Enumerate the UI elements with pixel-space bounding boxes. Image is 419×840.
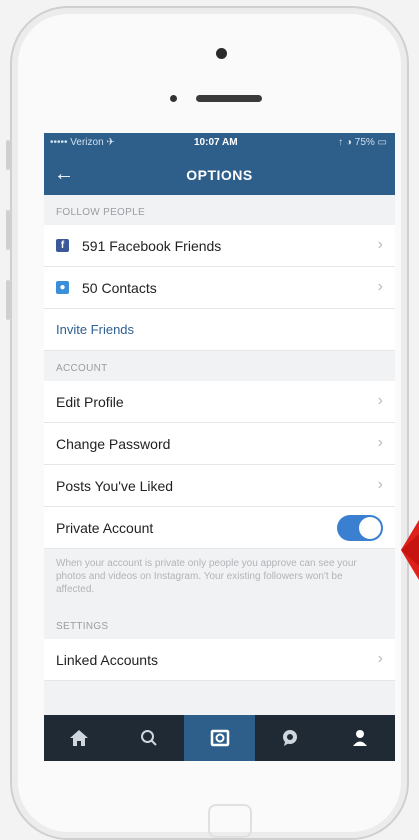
chevron-right-icon: › bbox=[377, 392, 383, 409]
volume-down-button bbox=[6, 280, 10, 320]
carrier-status: ••••• Verizon ✈ bbox=[50, 137, 115, 148]
home-icon bbox=[70, 730, 89, 746]
app-screen: ••••• Verizon ✈ 10:07 AM ↑ ◑ 75% ▭ ← OPT… bbox=[44, 133, 395, 761]
battery-status: ↑ ◑ 75% ▭ bbox=[338, 137, 387, 148]
invite-friends-link[interactable]: Invite Friends bbox=[44, 309, 395, 351]
section-header-account: ACCOUNT bbox=[56, 363, 108, 374]
clock: 10:07 AM bbox=[194, 137, 238, 148]
sensor-dot bbox=[170, 95, 177, 102]
row-label: 50 Contacts bbox=[82, 280, 157, 296]
chevron-right-icon: › bbox=[377, 650, 383, 667]
row-label: Change Password bbox=[56, 436, 171, 452]
tab-search[interactable] bbox=[114, 715, 184, 761]
private-account-note: When your account is private only people… bbox=[56, 558, 357, 595]
search-icon bbox=[141, 730, 158, 746]
chevron-right-icon: › bbox=[377, 236, 383, 253]
facebook-icon: f bbox=[56, 239, 69, 252]
row-label: Invite Friends bbox=[56, 322, 135, 337]
row-label: Linked Accounts bbox=[56, 652, 158, 668]
contacts-icon: ● bbox=[56, 281, 69, 294]
chevron-right-icon: › bbox=[377, 434, 383, 451]
activity-icon bbox=[282, 730, 297, 746]
row-label: Edit Profile bbox=[56, 394, 124, 410]
row-change-password[interactable]: Change Password › bbox=[44, 423, 395, 465]
tab-camera[interactable] bbox=[184, 715, 255, 761]
row-edit-profile[interactable]: Edit Profile › bbox=[44, 381, 395, 423]
home-button[interactable] bbox=[208, 804, 252, 838]
red-arrow-annotation bbox=[401, 520, 419, 580]
mute-switch bbox=[6, 140, 10, 170]
tab-bar bbox=[44, 715, 395, 761]
tab-home[interactable] bbox=[44, 715, 114, 761]
row-label: 591 Facebook Friends bbox=[82, 238, 222, 254]
volume-up-button bbox=[6, 210, 10, 250]
earpiece-speaker bbox=[196, 95, 262, 102]
private-account-toggle[interactable] bbox=[337, 515, 383, 541]
section-header-settings: SETTINGS bbox=[56, 621, 109, 632]
toggle-knob bbox=[359, 517, 381, 539]
tab-activity[interactable] bbox=[255, 715, 325, 761]
row-private-account: Private Account bbox=[44, 507, 395, 549]
chevron-right-icon: › bbox=[377, 476, 383, 493]
options-list: FOLLOW PEOPLE f 591 Facebook Friends › ●… bbox=[44, 195, 395, 715]
front-camera bbox=[216, 48, 227, 59]
chevron-right-icon: › bbox=[377, 278, 383, 295]
row-label: Private Account bbox=[56, 520, 154, 536]
page-title: OPTIONS bbox=[186, 167, 253, 183]
tab-profile[interactable] bbox=[325, 715, 395, 761]
row-posts-liked[interactable]: Posts You've Liked › bbox=[44, 465, 395, 507]
section-header-follow-people: FOLLOW PEOPLE bbox=[56, 207, 145, 218]
row-linked-accounts[interactable]: Linked Accounts › bbox=[44, 639, 395, 681]
camera-icon bbox=[210, 729, 229, 747]
profile-icon bbox=[352, 730, 367, 746]
row-contacts[interactable]: ● 50 Contacts › bbox=[44, 267, 395, 309]
row-facebook-friends[interactable]: f 591 Facebook Friends › bbox=[44, 225, 395, 267]
nav-bar: ••••• Verizon ✈ 10:07 AM ↑ ◑ 75% ▭ ← OPT… bbox=[44, 133, 395, 195]
row-label: Posts You've Liked bbox=[56, 478, 174, 494]
